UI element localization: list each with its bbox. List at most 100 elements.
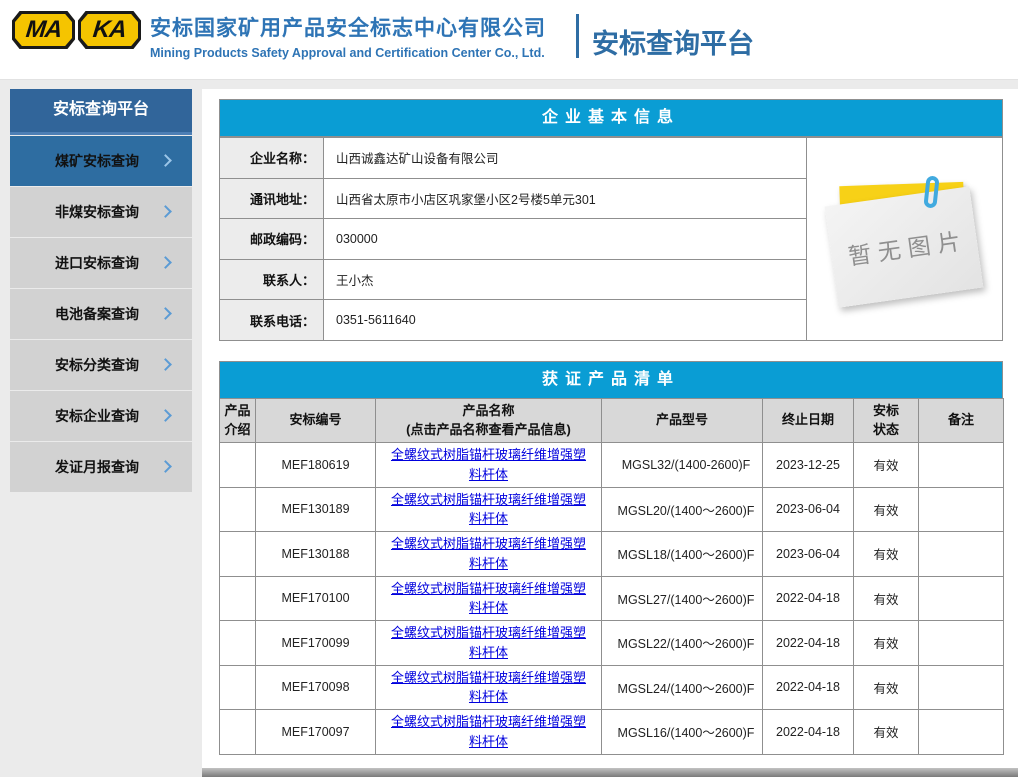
product-intro-cell [220, 710, 256, 755]
status: 有效 [854, 576, 919, 621]
company-info-title: 企业基本信息 [219, 99, 1003, 137]
status: 有效 [854, 532, 919, 577]
table-row: 通讯地址： 山西省太原市小店区巩家堡小区2号楼5单元301 [220, 178, 807, 219]
phone-value: 0351-5611640 [324, 300, 807, 341]
remark-cell [919, 621, 1004, 666]
end-date: 2022-04-18 [763, 621, 854, 666]
col-end-date: 终止日期 [763, 399, 854, 443]
status: 有效 [854, 487, 919, 532]
approval-code: MEF170097 [256, 710, 376, 755]
end-date: 2022-04-18 [763, 665, 854, 710]
remark-cell [919, 576, 1004, 621]
no-image-placeholder: 暂无图片 [825, 174, 985, 314]
approval-code: MEF180619 [256, 443, 376, 488]
product-row: MEF170097 全螺纹式树脂锚杆玻璃纤维增强塑料杆体 MGSL16/(140… [220, 710, 1004, 755]
company-info-section: 企业基本信息 企业名称： 山西诚鑫达矿山设备有限公司 通讯地址： 山西省太原市小… [219, 99, 1003, 341]
product-row: MEF130188 全螺纹式树脂锚杆玻璃纤维增强塑料杆体 MGSL18/(140… [220, 532, 1004, 577]
main-content: 企业基本信息 企业名称： 山西诚鑫达矿山设备有限公司 通讯地址： 山西省太原市小… [202, 89, 1018, 768]
chevron-right-icon [159, 154, 172, 167]
contact-person-label: 联系人： [220, 259, 324, 300]
product-model: MGSL22/(1400～2600)F [602, 621, 763, 666]
phone-label: 联系电话： [220, 300, 324, 341]
sidebar-item-monthly-report-query[interactable]: 发证月报查询 [10, 442, 192, 492]
col-product-name: 产品名称(点击产品名称查看产品信息) [376, 399, 602, 443]
org-title-chinese: 安标国家矿用产品安全标志中心有限公司 [150, 12, 546, 42]
product-intro-cell [220, 443, 256, 488]
col-status: 安标状态 [854, 399, 919, 443]
product-name-link[interactable]: 全螺纹式树脂锚杆玻璃纤维增强塑料杆体 [391, 492, 586, 527]
postal-code-value: 030000 [324, 219, 807, 260]
table-row: 联系人： 王小杰 [220, 259, 807, 300]
sidebar-item-non-coal-query[interactable]: 非煤安标查询 [10, 187, 192, 237]
chevron-right-icon [159, 256, 172, 269]
end-date: 2022-04-18 [763, 710, 854, 755]
end-date: 2023-06-04 [763, 532, 854, 577]
approval-code: MEF130188 [256, 532, 376, 577]
logo-badge-ka: KA [78, 11, 141, 49]
address-value: 山西省太原市小店区巩家堡小区2号楼5单元301 [324, 178, 807, 219]
product-name-link[interactable]: 全螺纹式树脂锚杆玻璃纤维增强塑料杆体 [391, 625, 586, 660]
chevron-right-icon [159, 460, 172, 473]
company-name-label: 企业名称： [220, 138, 324, 179]
approval-code: MEF130189 [256, 487, 376, 532]
product-intro-cell [220, 665, 256, 710]
product-table: 产品介绍 安标编号 产品名称(点击产品名称查看产品信息) 产品型号 终止日期 安… [219, 398, 1004, 755]
company-image-box: 暂无图片 [807, 137, 1003, 341]
product-model: MGSL16/(1400～2600)F [602, 710, 763, 755]
remark-cell [919, 443, 1004, 488]
end-date: 2023-12-25 [763, 443, 854, 488]
platform-title: 安标查询平台 [592, 22, 754, 61]
table-row: 邮政编码： 030000 [220, 219, 807, 260]
product-intro-cell [220, 487, 256, 532]
approval-code: MEF170098 [256, 665, 376, 710]
table-row: 企业名称： 山西诚鑫达矿山设备有限公司 [220, 138, 807, 179]
remark-cell [919, 665, 1004, 710]
placeholder-card: 暂无图片 [825, 186, 984, 307]
sidebar-item-classification-query[interactable]: 安标分类查询 [10, 340, 192, 390]
table-row: 联系电话： 0351-5611640 [220, 300, 807, 341]
sidebar-item-import-query[interactable]: 进口安标查询 [10, 238, 192, 288]
col-remark: 备注 [919, 399, 1004, 443]
remark-cell [919, 532, 1004, 577]
logo-text-ka: KA [92, 16, 128, 44]
company-name-value: 山西诚鑫达矿山设备有限公司 [324, 138, 807, 179]
org-titles: 安标国家矿用产品安全标志中心有限公司 Mining Products Safet… [150, 12, 546, 60]
col-product-intro: 产品介绍 [220, 399, 256, 443]
approval-code: MEF170100 [256, 576, 376, 621]
address-label: 通讯地址： [220, 178, 324, 219]
col-product-model: 产品型号 [602, 399, 763, 443]
product-name-link[interactable]: 全螺纹式树脂锚杆玻璃纤维增强塑料杆体 [391, 670, 586, 705]
product-list-section: 获证产品清单 产品介绍 安标编号 产品名称(点击产品名称查看产品信息) 产品型号… [219, 361, 1003, 755]
product-list-title: 获证产品清单 [219, 361, 1003, 399]
product-table-header-row: 产品介绍 安标编号 产品名称(点击产品名称查看产品信息) 产品型号 终止日期 安… [220, 399, 1004, 443]
chevron-right-icon [159, 307, 172, 320]
status: 有效 [854, 665, 919, 710]
maka-logo[interactable]: MA KA [12, 11, 141, 49]
chevron-right-icon [159, 358, 172, 371]
product-name-link[interactable]: 全螺纹式树脂锚杆玻璃纤维增强塑料杆体 [391, 714, 586, 749]
sidebar-item-coal-mine-query[interactable]: 煤矿安标查询 [10, 136, 192, 186]
remark-cell [919, 710, 1004, 755]
status: 有效 [854, 621, 919, 666]
header-divider [576, 14, 579, 58]
product-row: MEF170100 全螺纹式树脂锚杆玻璃纤维增强塑料杆体 MGSL27/(140… [220, 576, 1004, 621]
approval-code: MEF170099 [256, 621, 376, 666]
product-model: MGSL24/(1400～2600)F [602, 665, 763, 710]
sidebar-header: 安标查询平台 [10, 89, 192, 135]
product-row: MEF130189 全螺纹式树脂锚杆玻璃纤维增强塑料杆体 MGSL20/(140… [220, 487, 1004, 532]
no-image-text: 暂无图片 [839, 221, 969, 272]
org-title-english: Mining Products Safety Approval and Cert… [150, 46, 546, 60]
logo-text-ma: MA [24, 16, 62, 44]
postal-code-label: 邮政编码： [220, 219, 324, 260]
product-name-link[interactable]: 全螺纹式树脂锚杆玻璃纤维增强塑料杆体 [391, 536, 586, 571]
product-name-link[interactable]: 全螺纹式树脂锚杆玻璃纤维增强塑料杆体 [391, 447, 586, 482]
sidebar-item-enterprise-query[interactable]: 安标企业查询 [10, 391, 192, 441]
sidebar-item-battery-record-query[interactable]: 电池备案查询 [10, 289, 192, 339]
top-header: MA KA 安标国家矿用产品安全标志中心有限公司 Mining Products… [0, 0, 1018, 80]
sidebar-nav: 安标查询平台 煤矿安标查询 非煤安标查询 进口安标查询 电池备案查询 安标分类查… [10, 89, 192, 493]
product-row: MEF170098 全螺纹式树脂锚杆玻璃纤维增强塑料杆体 MGSL24/(140… [220, 665, 1004, 710]
product-model: MGSL20/(1400～2600)F [602, 487, 763, 532]
product-name-link[interactable]: 全螺纹式树脂锚杆玻璃纤维增强塑料杆体 [391, 581, 586, 616]
product-intro-cell [220, 532, 256, 577]
col-approval-code: 安标编号 [256, 399, 376, 443]
